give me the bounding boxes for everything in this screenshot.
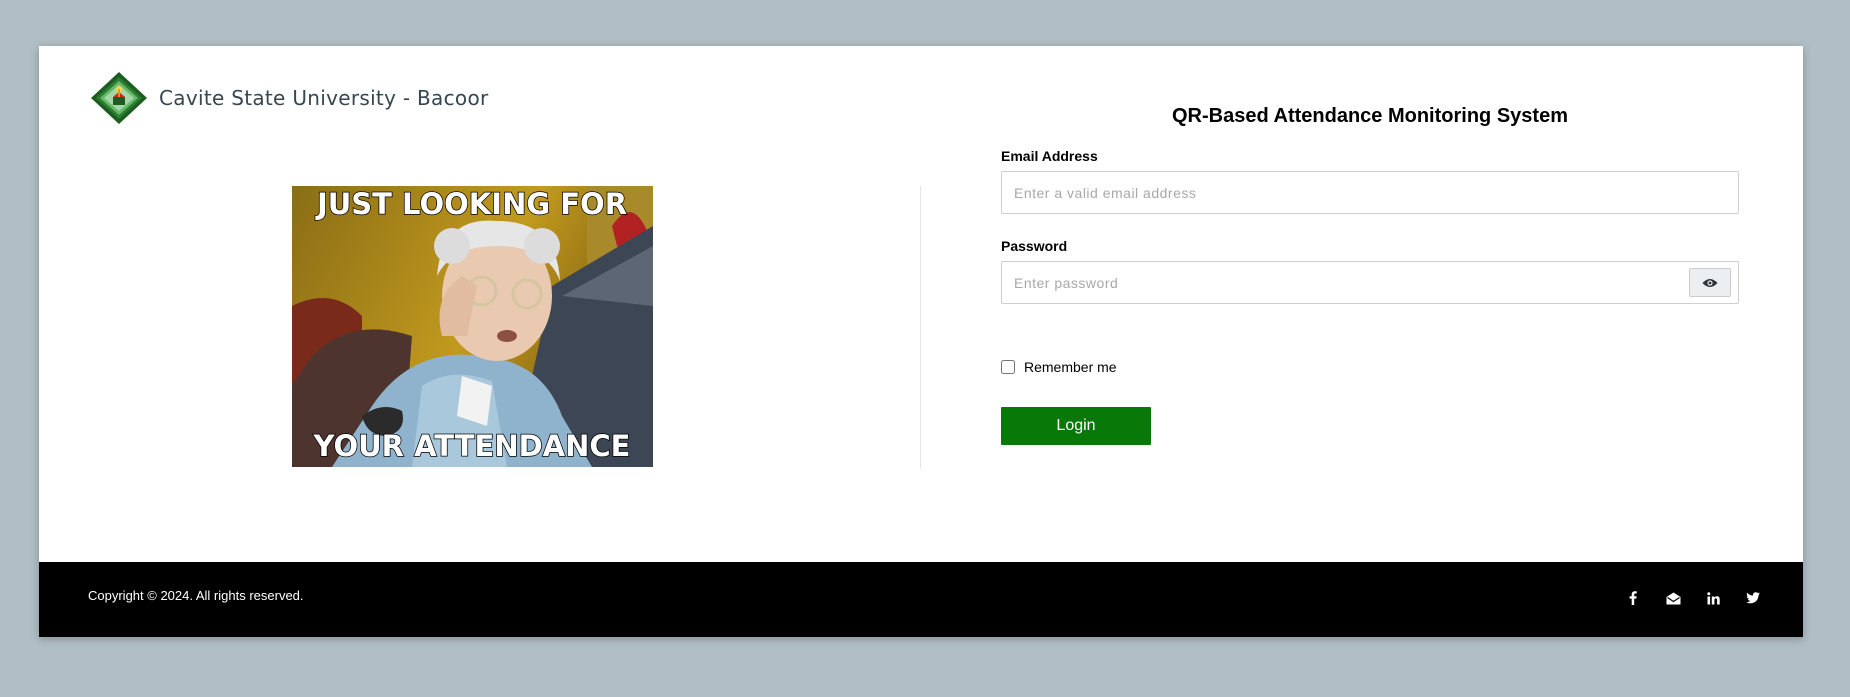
meme-image: JUST LOOKING FOR YOUR ATTENDANCE bbox=[292, 186, 653, 467]
login-card: Cavite State University - Bacoor JUST LO… bbox=[39, 46, 1803, 637]
login-button[interactable]: Login bbox=[1001, 407, 1151, 445]
password-field bbox=[1001, 261, 1739, 304]
brand-header: Cavite State University - Bacoor bbox=[89, 70, 489, 126]
twitter-link[interactable] bbox=[1743, 588, 1763, 608]
email-label: Email Address bbox=[1001, 148, 1098, 164]
university-name: Cavite State University - Bacoor bbox=[159, 86, 489, 110]
remember-me: Remember me bbox=[1001, 359, 1117, 375]
email-link[interactable] bbox=[1663, 588, 1683, 608]
facebook-link[interactable] bbox=[1623, 588, 1643, 608]
form-title: QR-Based Attendance Monitoring System bbox=[1172, 105, 1568, 127]
linkedin-icon bbox=[1706, 591, 1720, 604]
twitter-icon bbox=[1746, 592, 1760, 604]
remember-me-checkbox[interactable] bbox=[1001, 360, 1015, 374]
mail-open-icon bbox=[1666, 592, 1680, 604]
facebook-icon bbox=[1629, 591, 1637, 605]
password-input[interactable] bbox=[1001, 261, 1739, 304]
email-input[interactable] bbox=[1001, 171, 1739, 214]
meme-bottom-text: YOUR ATTENDANCE bbox=[313, 429, 631, 463]
footer: Copyright © 2024. All rights reserved. bbox=[39, 562, 1803, 637]
remember-me-label: Remember me bbox=[1024, 359, 1117, 375]
university-logo bbox=[91, 72, 147, 124]
eye-icon bbox=[1702, 278, 1718, 287]
meme-top-text: JUST LOOKING FOR bbox=[315, 187, 627, 221]
login-form: QR-Based Attendance Monitoring System Em… bbox=[1001, 96, 1739, 445]
password-label: Password bbox=[1001, 238, 1068, 254]
show-password-button[interactable] bbox=[1689, 268, 1731, 297]
linkedin-link[interactable] bbox=[1703, 588, 1723, 608]
copyright-text: Copyright © 2024. All rights reserved. bbox=[88, 588, 304, 603]
social-links bbox=[1603, 588, 1763, 608]
vertical-divider bbox=[920, 186, 921, 469]
